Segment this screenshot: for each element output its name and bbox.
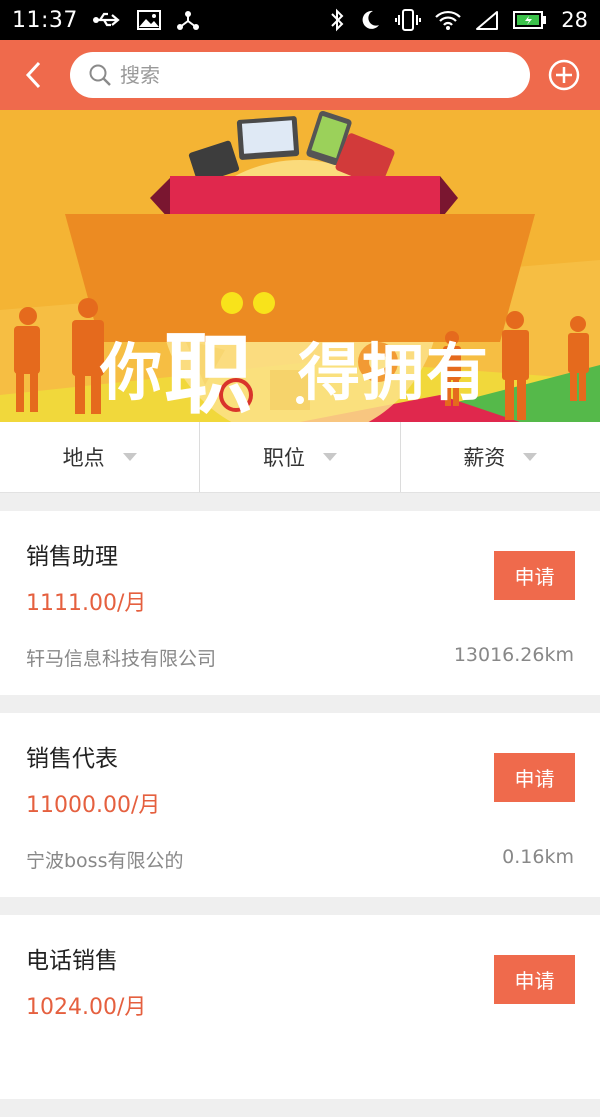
filter-salary[interactable]: 薪资 — [401, 422, 600, 492]
caret-down-icon — [322, 453, 337, 461]
filter-location[interactable]: 地点 — [0, 422, 201, 492]
filter-bar: 地点 职位 薪资 — [0, 422, 600, 493]
status-bar: 11:37 28 — [0, 0, 600, 40]
job-distance: 0.16km — [502, 846, 574, 868]
wifi-icon — [435, 9, 462, 31]
plus-circle-icon — [548, 59, 580, 91]
battery-level: 28 — [561, 8, 588, 32]
job-title: 销售代表 — [26, 746, 118, 772]
vibrate-icon — [395, 8, 422, 32]
network-share-icon — [176, 9, 200, 31]
no-sim-icon — [475, 9, 499, 31]
job-list: 销售助理 1111.00/月 轩马信息科技有限公司 13016.26km 申请 … — [0, 511, 600, 1117]
job-salary: 11000.00/月 — [26, 793, 161, 818]
apply-button[interactable]: 申请 — [494, 551, 575, 600]
back-button[interactable] — [18, 58, 52, 92]
filter-position[interactable]: 职位 — [200, 422, 401, 492]
search-input[interactable] — [118, 62, 502, 88]
usb-icon — [92, 10, 122, 30]
banner-title: 你职得拥有 — [100, 322, 491, 423]
job-card[interactable]: 销售助理 1111.00/月 轩马信息科技有限公司 13016.26km 申请 — [0, 511, 600, 695]
caret-down-icon — [122, 453, 137, 461]
job-title: 电话销售 — [26, 948, 118, 974]
status-time: 11:37 — [12, 7, 78, 33]
job-card[interactable]: 销售代表 11000.00/月 宁波boss有限公的 0.16km 申请 — [0, 713, 600, 897]
moon-icon — [359, 9, 381, 31]
caret-down-icon — [523, 453, 538, 461]
filter-salary-label: 薪资 — [463, 446, 506, 470]
filter-location-label: 地点 — [62, 446, 105, 470]
job-company: 轩马信息科技有限公司 — [26, 648, 217, 670]
job-title: 销售助理 — [26, 544, 118, 570]
job-salary: 1024.00/月 — [26, 995, 147, 1020]
search-bar[interactable] — [70, 52, 530, 98]
job-card[interactable]: 电话销售 1024.00/月 申请 — [0, 915, 600, 1099]
add-button[interactable] — [547, 58, 581, 92]
job-distance: 13016.26km — [453, 644, 574, 666]
job-company: 宁波boss有限公的 — [26, 850, 184, 872]
job-salary: 1111.00/月 — [26, 591, 147, 616]
chevron-left-icon — [25, 61, 41, 89]
bluetooth-icon — [329, 8, 345, 32]
apply-button[interactable]: 申请 — [494, 955, 575, 1004]
top-bar — [0, 40, 600, 110]
apply-button[interactable]: 申请 — [494, 753, 575, 802]
promo-banner[interactable]: 你职得拥有 — [0, 110, 600, 422]
search-icon — [89, 64, 111, 86]
filter-position-label: 职位 — [262, 446, 305, 470]
image-icon — [136, 9, 162, 31]
battery-icon — [513, 10, 547, 30]
